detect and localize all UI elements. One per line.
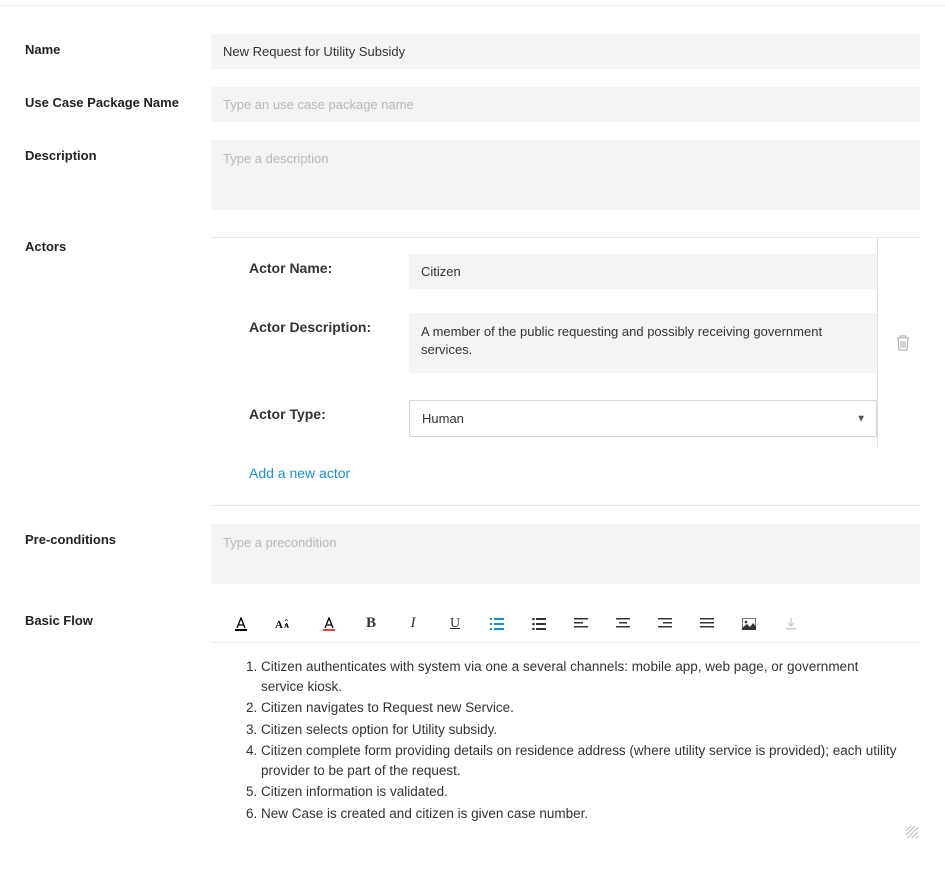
package-name-input[interactable] xyxy=(211,87,920,122)
row-name: Name xyxy=(25,34,920,69)
align-center-icon[interactable] xyxy=(615,618,631,630)
add-actor-link[interactable]: Add a new actor xyxy=(211,465,350,491)
highlight-icon[interactable] xyxy=(321,617,337,631)
resize-handle[interactable] xyxy=(906,826,918,838)
row-actors: Actors Actor Name: Actor Description: xyxy=(25,231,920,506)
row-preconditions: Pre-conditions xyxy=(25,524,920,587)
row-package-name: Use Case Package Name xyxy=(25,87,920,122)
label-actor-description: Actor Description: xyxy=(249,313,409,335)
flow-step: Citizen authenticates with system via on… xyxy=(261,657,898,696)
align-right-icon[interactable] xyxy=(657,618,673,630)
font-color-icon[interactable] xyxy=(233,617,249,631)
bold-icon[interactable]: B xyxy=(363,615,379,632)
caret-down-icon: ▼ xyxy=(856,413,866,424)
actor-name-input[interactable] xyxy=(409,254,877,289)
delete-actor-button[interactable] xyxy=(895,334,911,352)
label-package-name: Use Case Package Name xyxy=(25,87,211,110)
label-actor-type: Actor Type: xyxy=(249,400,409,422)
actor-type-value: Human xyxy=(410,401,876,436)
label-name: Name xyxy=(25,34,211,57)
flow-step: Citizen complete form providing details … xyxy=(261,741,898,780)
label-actors: Actors xyxy=(25,231,211,254)
download-icon[interactable] xyxy=(783,617,799,631)
flow-step: Citizen navigates to Request new Service… xyxy=(261,698,898,718)
flow-step: New Case is created and citizen is given… xyxy=(261,804,898,824)
svg-text:A: A xyxy=(275,619,283,631)
label-basic-flow: Basic Flow xyxy=(25,605,211,628)
label-description: Description xyxy=(25,140,211,163)
divider xyxy=(211,505,920,506)
label-actor-name: Actor Name: xyxy=(249,254,409,276)
actor-item: Actor Name: Actor Description: Actor Typ… xyxy=(211,238,878,447)
actor-description-input[interactable] xyxy=(409,313,877,373)
flow-step: Citizen selects option for Utility subsi… xyxy=(261,720,898,740)
name-input[interactable] xyxy=(211,34,920,69)
italic-icon[interactable]: I xyxy=(405,615,421,632)
actor-type-select[interactable]: Human ▼ xyxy=(409,400,877,437)
description-input[interactable] xyxy=(211,140,920,210)
basic-flow-editor[interactable]: Citizen authenticates with system via on… xyxy=(211,643,920,840)
font-size-icon[interactable]: AA xyxy=(275,617,295,631)
preconditions-input[interactable] xyxy=(211,524,920,584)
unordered-list-icon[interactable] xyxy=(531,618,547,630)
align-left-icon[interactable] xyxy=(573,618,589,630)
ordered-list-icon[interactable] xyxy=(489,618,505,630)
rte-toolbar: AA B I U xyxy=(211,605,920,643)
label-preconditions: Pre-conditions xyxy=(25,524,211,547)
row-basic-flow: Basic Flow AA B I U xyxy=(25,605,920,840)
row-description: Description xyxy=(25,140,920,213)
use-case-form: Name Use Case Package Name Description A… xyxy=(0,5,945,878)
image-icon[interactable] xyxy=(741,618,757,630)
flow-step: Citizen information is validated. xyxy=(261,782,898,802)
underline-icon[interactable]: U xyxy=(447,616,463,632)
align-justify-icon[interactable] xyxy=(699,618,715,630)
